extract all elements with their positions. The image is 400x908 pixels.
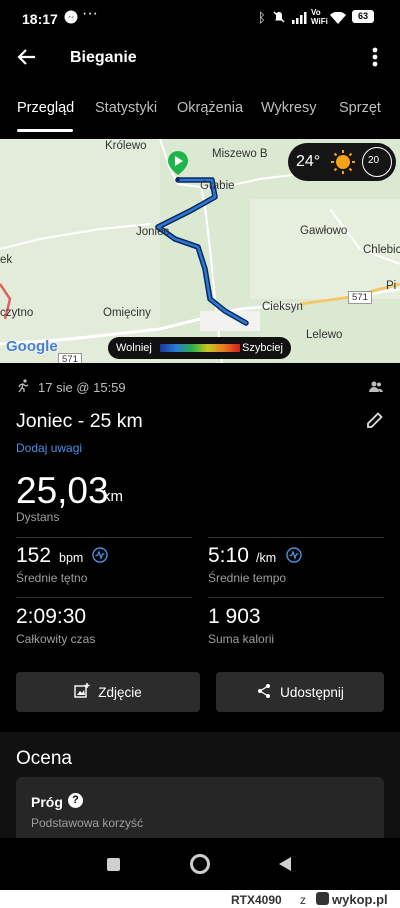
running-icon: [16, 379, 30, 398]
signal-icon: [292, 11, 308, 27]
avg-pace-label: Średnie tempo: [208, 571, 287, 585]
tab-statistics[interactable]: Statystyki: [95, 100, 157, 116]
threshold-title: Próg: [31, 794, 63, 810]
road-number-label: 571: [348, 291, 372, 304]
watermark-footer: RTX4090 z wykop.pl: [0, 890, 400, 908]
app-bar: Bieganie: [0, 36, 400, 80]
speed-legend: Wolniej Szybciej: [108, 337, 291, 359]
add-photo-button[interactable]: Zdjęcie: [16, 672, 200, 712]
activity-title: Joniec - 25 km: [16, 410, 143, 432]
map-town-label: Lelewo: [306, 329, 343, 341]
help-icon[interactable]: ?: [68, 793, 83, 808]
weather-badge: 24° 20: [288, 143, 396, 181]
tab-gear[interactable]: Sprzęt: [339, 100, 381, 116]
divider: [16, 537, 192, 538]
avg-pace-unit: /km: [256, 551, 277, 565]
avg-pace-value: 5:10: [208, 544, 249, 567]
map-town-label: czytno: [0, 307, 34, 319]
more-options-icon[interactable]: [372, 46, 378, 73]
map-town-label: Pi: [386, 280, 397, 292]
chart-link-icon[interactable]: [92, 547, 108, 568]
vowifi-label: Vo WiFi: [311, 8, 328, 26]
total-time-label: Całkowity czas: [16, 632, 96, 646]
more-notifications-icon: ···: [82, 5, 98, 22]
tab-charts[interactable]: Wykresy: [261, 100, 316, 116]
page-title: Bieganie: [70, 49, 137, 66]
map-town-label: Cieksyn: [262, 301, 303, 313]
distance-unit: km: [103, 488, 123, 505]
activity-date: 17 sie @ 15:59: [38, 380, 126, 395]
google-logo: Google: [6, 338, 58, 355]
map-town-label: Miszewo B: [212, 148, 268, 160]
mute-icon: [272, 10, 286, 27]
add-notes-link[interactable]: Dodaj uwagi: [16, 441, 82, 455]
distance-label: Dystans: [16, 510, 60, 524]
watermark-site: wykop.pl: [332, 892, 388, 907]
map-town-label: Omięciny: [103, 307, 151, 319]
back-arrow-icon[interactable]: [16, 46, 38, 73]
road-number-label: 571: [58, 353, 82, 363]
share-label: Udostępnij: [280, 684, 344, 700]
status-bar: 18:17 ··· ᛒ Vo WiFi 63: [0, 0, 400, 36]
avg-heart-rate-value: 152: [16, 544, 52, 567]
battery-icon: 63: [352, 10, 374, 23]
back-triangle-icon[interactable]: [278, 856, 292, 877]
map-town-label: Królewo: [105, 140, 147, 152]
share-icon: [256, 683, 272, 702]
tab-overview[interactable]: Przegląd: [17, 100, 74, 116]
map-town-label: ek: [0, 254, 13, 266]
sun-icon: [330, 149, 356, 180]
edit-pencil-icon[interactable]: [366, 411, 384, 434]
weather-temperature: 24°: [296, 153, 321, 170]
speed-legend-slow: Wolniej: [116, 342, 152, 354]
threshold-subtitle: Podstawowa korzyść: [31, 816, 144, 830]
messenger-icon: [64, 10, 78, 27]
speed-gradient-bar: [160, 344, 240, 352]
tab-indicator: [17, 129, 73, 132]
map-town-label: Grabie: [200, 180, 235, 192]
group-icon[interactable]: [369, 380, 383, 398]
avg-heart-rate-unit: bpm: [59, 551, 84, 565]
total-calories-value: 1 903: [208, 605, 261, 628]
map-town-label: Gawłowo: [300, 225, 348, 237]
map-town-label: Chlebic: [363, 244, 400, 256]
divider: [208, 597, 384, 598]
map-town-label: Joniec: [136, 226, 170, 238]
distance-value: 25,03: [16, 470, 109, 511]
evaluation-heading: Ocena: [16, 748, 72, 769]
wifi-icon: [330, 11, 346, 27]
home-icon[interactable]: [190, 854, 210, 874]
share-button[interactable]: Udostępnij: [216, 672, 384, 712]
system-nav-bar: [0, 838, 400, 890]
wind-speed: 20: [368, 155, 380, 166]
divider: [16, 597, 192, 598]
divider: [208, 537, 384, 538]
total-calories-label: Suma kalorii: [208, 632, 275, 646]
status-time: 18:17: [22, 11, 58, 27]
watermark-user: RTX4090: [231, 893, 282, 907]
add-photo-label: Zdjęcie: [98, 684, 142, 700]
recent-apps-icon[interactable]: [107, 858, 120, 871]
avg-heart-rate-label: Średnie tętno: [16, 571, 88, 585]
tab-bar: Przegląd Statystyki Okrążenia Wykresy Sp…: [0, 88, 400, 132]
speed-legend-fast: Szybciej: [242, 342, 283, 354]
chart-link-icon[interactable]: [286, 547, 302, 568]
bluetooth-icon: ᛒ: [258, 10, 266, 25]
start-flag-icon: [168, 151, 188, 186]
wykop-logo-icon: [316, 892, 329, 905]
total-time-value: 2:09:30: [16, 605, 87, 628]
tab-laps[interactable]: Okrążenia: [177, 100, 243, 116]
watermark-via: z: [300, 893, 306, 907]
add-photo-icon: [74, 682, 90, 702]
